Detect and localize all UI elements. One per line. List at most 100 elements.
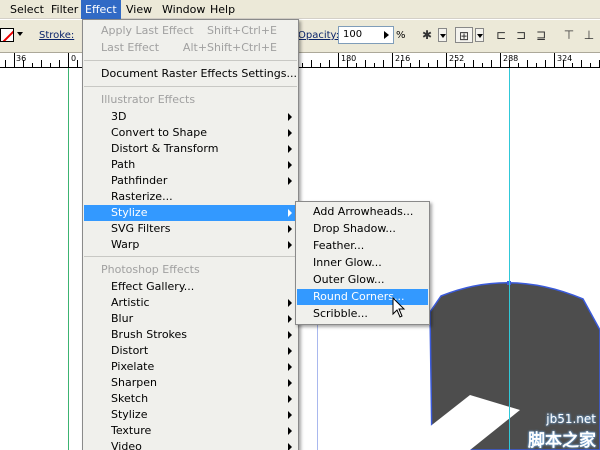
- menu-filter[interactable]: Filter: [47, 0, 82, 19]
- menu-item-distort[interactable]: Distort: [84, 343, 297, 359]
- shortcut-label: Alt+Shift+Ctrl+E: [182, 41, 277, 54]
- ruler-tick: [545, 60, 546, 67]
- submenu-arrow-icon: [288, 395, 292, 403]
- align-center-icon[interactable]: ⊐: [512, 27, 530, 43]
- menu-item-label: Blur: [111, 312, 134, 325]
- effect-menu: Apply Last Effect Shift+Ctrl+E Last Effe…: [82, 19, 299, 450]
- opacity-flyout-arrow-icon[interactable]: [384, 31, 389, 39]
- align-middle-icon[interactable]: ⊥: [580, 27, 598, 43]
- ruler-tick: [419, 60, 420, 67]
- menu-item-pixelate[interactable]: Pixelate: [84, 359, 297, 375]
- ruler-tick: [374, 63, 375, 67]
- menu-item-artistic[interactable]: Artistic: [84, 295, 297, 311]
- menu-item-document-raster-settings[interactable]: Document Raster Effects Settings...: [84, 66, 297, 82]
- submenu-arrow-icon: [288, 145, 292, 153]
- menu-effect[interactable]: Effect: [81, 0, 121, 19]
- submenu-arrow-icon: [288, 241, 292, 249]
- vertical-guide-green: [68, 68, 69, 450]
- menu-item-feather[interactable]: Feather...: [297, 238, 428, 254]
- menu-item-label: Artistic: [111, 296, 150, 309]
- stroke-label[interactable]: Stroke:: [39, 30, 74, 41]
- ruler-major-tick: [338, 53, 339, 67]
- menu-item-label: Texture: [111, 424, 152, 437]
- menu-item-brush-strokes[interactable]: Brush Strokes: [84, 327, 297, 343]
- menu-item-svg-filters[interactable]: SVG Filters: [84, 221, 297, 237]
- transform-icon[interactable]: ⊞: [455, 27, 473, 43]
- ruler-tick: [491, 60, 492, 67]
- submenu-arrow-icon: [288, 331, 292, 339]
- ruler-tick: [365, 60, 366, 67]
- stroke-swatch-none[interactable]: [0, 28, 14, 42]
- menu-item-last-effect: Last Effect Alt+Shift+Ctrl+E: [84, 40, 297, 56]
- stroke-dropdown-arrow-icon[interactable]: [17, 32, 23, 36]
- transform-dropdown-arrow-icon[interactable]: [475, 28, 484, 42]
- submenu-arrow-icon: [288, 427, 292, 435]
- menu-view[interactable]: View: [122, 0, 156, 19]
- menu-item-drop-shadow[interactable]: Drop Shadow...: [297, 221, 428, 237]
- ruler-tick: [473, 60, 474, 67]
- menu-separator: [84, 60, 297, 61]
- menu-window[interactable]: Window: [158, 0, 209, 19]
- ruler-tick: [77, 60, 78, 67]
- menu-help[interactable]: Help: [206, 0, 239, 19]
- ruler-tick: [41, 60, 42, 67]
- menu-item-outer-glow[interactable]: Outer Glow...: [297, 272, 428, 288]
- ruler-major-tick: [554, 53, 555, 67]
- submenu-arrow-icon: [288, 161, 292, 169]
- menu-item-label: Sharpen: [111, 376, 157, 389]
- ruler-major-tick: [14, 53, 15, 67]
- menu-item-label: Effect Gallery...: [111, 280, 195, 293]
- menu-item-convert-to-shape[interactable]: Convert to Shape: [84, 125, 297, 141]
- ruler-tick: [383, 60, 384, 67]
- menu-item-pathfinder[interactable]: Pathfinder: [84, 173, 297, 189]
- ruler-tick: [428, 63, 429, 67]
- ruler-label: 36: [16, 54, 27, 63]
- ruler-tick: [32, 63, 33, 67]
- ruler-label: 288: [503, 54, 519, 63]
- menu-item-texture[interactable]: Texture: [84, 423, 297, 439]
- menu-separator: [84, 86, 297, 87]
- wand-dropdown-arrow-icon[interactable]: [438, 28, 447, 42]
- wand-icon[interactable]: ✱: [418, 27, 436, 43]
- menu-item-blur[interactable]: Blur: [84, 311, 297, 327]
- menu-item-warp[interactable]: Warp: [84, 237, 297, 253]
- menu-item-label: Pixelate: [111, 360, 155, 373]
- menu-item-stylize-photoshop[interactable]: Stylize: [84, 407, 297, 423]
- ruler-tick: [347, 60, 348, 67]
- menu-item-video[interactable]: Video: [84, 439, 297, 450]
- ruler-tick: [509, 60, 510, 67]
- ruler-tick: [320, 63, 321, 67]
- watermark-url: jb51.net: [546, 412, 596, 426]
- align-top-icon[interactable]: ⊤: [560, 27, 578, 43]
- menu-item-rasterize[interactable]: Rasterize...: [84, 189, 297, 205]
- menu-item-label: Warp: [111, 238, 140, 251]
- ruler-label: 216: [395, 54, 411, 63]
- menu-item-label: Distort & Transform: [111, 142, 219, 155]
- align-right-icon[interactable]: ⊒: [532, 27, 550, 43]
- ruler-tick: [50, 63, 51, 67]
- menu-item-add-arrowheads[interactable]: Add Arrowheads...: [297, 204, 428, 220]
- menu-select[interactable]: Select: [6, 0, 48, 19]
- submenu-arrow-icon: [288, 113, 292, 121]
- vertical-guide-cyan: [509, 68, 510, 450]
- menu-item-label: Brush Strokes: [111, 328, 188, 341]
- menu-item-apply-last-effect: Apply Last Effect Shift+Ctrl+E: [84, 23, 297, 39]
- menu-item-sketch[interactable]: Sketch: [84, 391, 297, 407]
- ruler-tick: [464, 63, 465, 67]
- menu-item-scribble[interactable]: Scribble...: [297, 306, 428, 322]
- menu-item-round-corners[interactable]: Round Corners...: [297, 289, 428, 305]
- menu-item-sharpen[interactable]: Sharpen: [84, 375, 297, 391]
- menu-item-3d[interactable]: 3D: [84, 109, 297, 125]
- menu-item-effect-gallery[interactable]: Effect Gallery...: [84, 279, 297, 295]
- mouse-cursor-icon: [392, 297, 406, 318]
- menu-item-inner-glow[interactable]: Inner Glow...: [297, 255, 428, 271]
- ruler-label: 324: [557, 54, 573, 63]
- menu-item-distort-transform[interactable]: Distort & Transform: [84, 141, 297, 157]
- submenu-arrow-icon: [288, 443, 292, 450]
- menu-item-stylize-illustrator[interactable]: Stylize: [84, 205, 297, 221]
- opacity-label[interactable]: Opacity:: [298, 30, 339, 41]
- ruler-tick: [482, 63, 483, 67]
- align-left-icon[interactable]: ⊏: [492, 27, 510, 43]
- ruler-label: 180: [341, 54, 357, 63]
- menu-item-path[interactable]: Path: [84, 157, 297, 173]
